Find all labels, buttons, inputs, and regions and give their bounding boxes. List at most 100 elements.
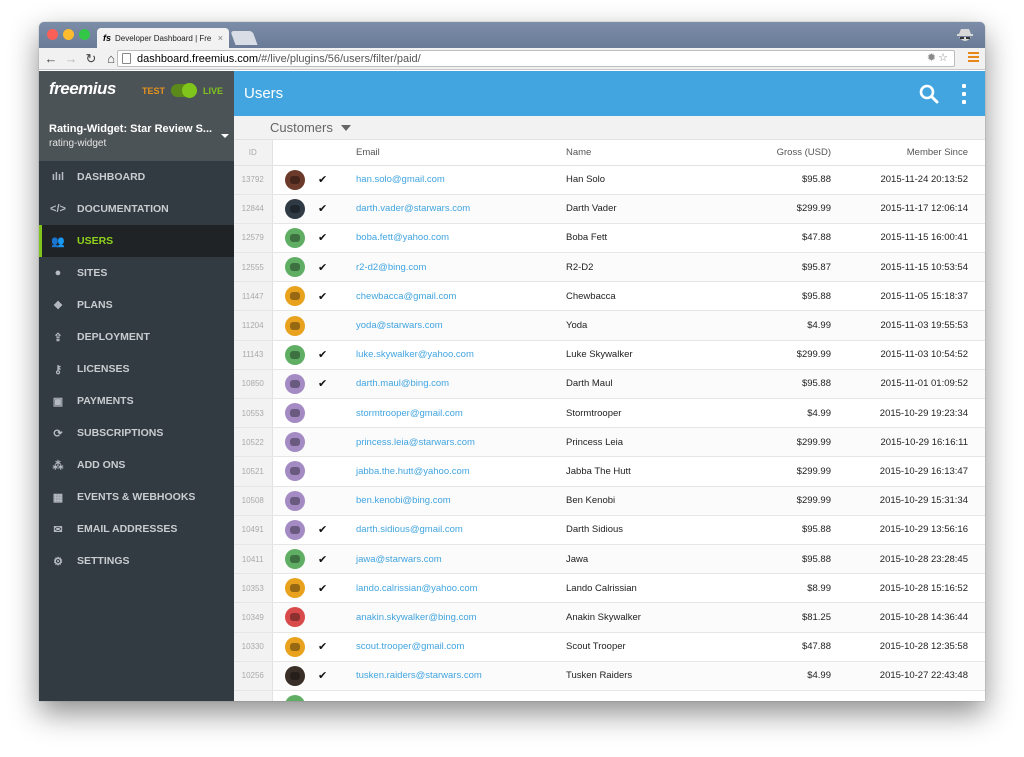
- forward-arrow-icon[interactable]: →: [63, 48, 79, 70]
- table-row[interactable]: 12555 ✔ r2-d2@bing.com R2-D2 $95.87 2015-11-1…: [234, 252, 985, 283]
- search-icon[interactable]: [919, 84, 939, 104]
- more-options-icon[interactable]: [961, 84, 967, 104]
- sidebar-item-add-ons[interactable]: ⁂ ADD ONS: [39, 449, 234, 481]
- column-header-name[interactable]: Name: [566, 140, 701, 166]
- table-row[interactable]: 10256 ✔ tusken.raiders@starwars.com Tusken …: [234, 661, 985, 691]
- email-cell: princess.leia@starwars.com: [356, 427, 566, 458]
- email-link[interactable]: tusken.raiders@starwars.com: [356, 670, 482, 681]
- email-link[interactable]: r2-d2@bing.com: [356, 262, 426, 273]
- chevron-down-icon[interactable]: [340, 124, 351, 131]
- avatar[interactable]: [285, 694, 306, 701]
- sidebar-item-users[interactable]: 👥 USERS: [39, 225, 234, 257]
- column-header-id[interactable]: ID: [234, 140, 273, 166]
- sidebar-item-plans[interactable]: ❖ PLANS: [39, 289, 234, 321]
- column-header-gross[interactable]: Gross (USD): [701, 140, 831, 166]
- email-link[interactable]: luke.skywalker@yahoo.com: [356, 349, 474, 360]
- email-link[interactable]: darth.sidious@gmail.com: [356, 524, 463, 535]
- avatar[interactable]: [285, 636, 306, 657]
- freemius-logo[interactable]: freemius: [49, 79, 116, 99]
- column-header-member-since[interactable]: Member Since: [831, 140, 985, 166]
- environment-switch[interactable]: TEST LIVE: [142, 83, 223, 98]
- plugin-name[interactable]: Rating-Widget: Star Review S...: [49, 123, 212, 135]
- email-link[interactable]: scout.trooper@gmail.com: [356, 641, 464, 652]
- email-link[interactable]: chewbacca@gmail.com: [356, 291, 456, 302]
- address-bar[interactable]: dashboard.freemius.com/#/live/plugins/56…: [117, 50, 955, 67]
- table-row[interactable]: 10330 ✔ scout.trooper@gmail.com Scout Troop…: [234, 632, 985, 662]
- browser-menu-icon[interactable]: [968, 52, 979, 64]
- email-link[interactable]: lando.calrissian@yahoo.com: [356, 583, 478, 594]
- tab-close-icon[interactable]: ×: [218, 33, 223, 43]
- avatar[interactable]: [285, 169, 306, 190]
- sidebar-item-documentation[interactable]: </> DOCUMENTATION: [39, 193, 234, 225]
- avatar[interactable]: [285, 344, 306, 365]
- email-link[interactable]: yoda@starwars.com: [356, 320, 443, 331]
- reload-icon[interactable]: ↻: [83, 48, 99, 70]
- avatar[interactable]: [285, 373, 306, 394]
- avatar[interactable]: [285, 665, 306, 686]
- user-id: 10491: [234, 515, 273, 545]
- browser-tab[interactable]: fs Developer Dashboard | Fre ×: [97, 28, 229, 48]
- env-toggle[interactable]: [171, 83, 198, 98]
- plugin-selector-caret-icon[interactable]: [221, 134, 229, 138]
- table-row[interactable]: 10491 ✔ darth.sidious@gmail.com Darth Sidio…: [234, 515, 985, 545]
- table-row[interactable]: [234, 690, 985, 701]
- new-tab-button[interactable]: [230, 31, 258, 45]
- table-row[interactable]: 10508 ben.kenobi@bing.com Ben Kenobi $299.9…: [234, 486, 985, 516]
- avatar[interactable]: [285, 549, 306, 570]
- avatar[interactable]: [285, 315, 306, 336]
- sidebar-item-licenses[interactable]: ⚷ LICENSES: [39, 353, 234, 385]
- avatar[interactable]: [285, 607, 306, 628]
- table-row[interactable]: 10349 anakin.skywalker@bing.com Anakin Sky…: [234, 602, 985, 633]
- sidebar-item-dashboard[interactable]: ılıl DASHBOARD: [39, 161, 234, 193]
- sidebar-item-settings[interactable]: ⚙ SETTINGS: [39, 545, 234, 577]
- avatar[interactable]: [285, 578, 306, 599]
- table-row[interactable]: 12579 ✔ boba.fett@yahoo.com Boba Fett $47.88…: [234, 223, 985, 254]
- sidebar-item-subscriptions[interactable]: ⟳ SUBSCRIPTIONS: [39, 417, 234, 449]
- avatar[interactable]: [285, 519, 306, 540]
- email-link[interactable]: jawa@starwars.com: [356, 554, 442, 565]
- avatar-cell: [272, 223, 318, 254]
- column-header-email[interactable]: Email: [356, 140, 566, 166]
- table-row[interactable]: 10353 ✔ lando.calrissian@yahoo.com Lando Ca…: [234, 573, 985, 604]
- email-link[interactable]: boba.fett@yahoo.com: [356, 232, 449, 243]
- email-link[interactable]: jabba.the.hutt@yahoo.com: [356, 466, 470, 477]
- avatar[interactable]: [285, 227, 306, 248]
- table-row[interactable]: 10850 ✔ darth.maul@bing.com Darth Maul $95.8…: [234, 369, 985, 400]
- avatar[interactable]: [285, 198, 306, 219]
- email-link[interactable]: anakin.skywalker@bing.com: [356, 612, 477, 623]
- table-row[interactable]: 10521 jabba.the.hutt@yahoo.com Jabba The H…: [234, 456, 985, 487]
- avatar[interactable]: [285, 403, 306, 424]
- url-host: dashboard.freemius.com: [137, 52, 259, 65]
- avatar[interactable]: [285, 490, 306, 511]
- avatar[interactable]: [285, 286, 306, 307]
- back-arrow-icon[interactable]: ←: [43, 48, 59, 70]
- email-link[interactable]: princess.leia@starwars.com: [356, 437, 475, 448]
- table-row[interactable]: 11447 ✔ chewbacca@gmail.com Chewbacca $95.88…: [234, 281, 985, 312]
- email-link[interactable]: ben.kenobi@bing.com: [356, 495, 451, 506]
- minimize-window-button[interactable]: [63, 29, 74, 40]
- sidebar-item-sites[interactable]: ● SITES: [39, 257, 234, 289]
- table-row[interactable]: 12844 ✔ darth.vader@starwars.com Darth Vade…: [234, 194, 985, 224]
- close-window-button[interactable]: [47, 29, 58, 40]
- sidebar-item-email-addresses[interactable]: ✉ EMAIL ADDRESSES: [39, 513, 234, 545]
- sidebar-item-deployment[interactable]: ⇪ DEPLOYMENT: [39, 321, 234, 353]
- table-row[interactable]: 10411 ✔ jawa@starwars.com Jawa $95.88 2015-10…: [234, 544, 985, 575]
- avatar[interactable]: [285, 432, 306, 453]
- sidebar-item-payments[interactable]: ▣ PAYMENTS: [39, 385, 234, 417]
- email-cell: stormtrooper@gmail.com: [356, 398, 566, 429]
- email-link[interactable]: darth.vader@starwars.com: [356, 203, 470, 214]
- email-link[interactable]: darth.maul@bing.com: [356, 378, 449, 389]
- email-link[interactable]: han.solo@gmail.com: [356, 174, 445, 185]
- avatar[interactable]: [285, 257, 306, 278]
- bookmark-star-icon[interactable]: ✹☆: [927, 51, 950, 64]
- sidebar-item-events-webhooks[interactable]: ▦ EVENTS & WEBHOOKS: [39, 481, 234, 513]
- filter-dropdown[interactable]: Customers: [270, 120, 333, 135]
- table-row[interactable]: 10553 stormtrooper@gmail.com Stormtrooper $…: [234, 398, 985, 429]
- table-row[interactable]: 10522 princess.leia@starwars.com Princess …: [234, 427, 985, 458]
- avatar[interactable]: [285, 461, 306, 482]
- table-row[interactable]: 13792 ✔ han.solo@gmail.com Han Solo $95.88 20…: [234, 165, 985, 195]
- email-link[interactable]: stormtrooper@gmail.com: [356, 408, 463, 419]
- table-row[interactable]: 11143 ✔ luke.skywalker@yahoo.com Luke Skywa…: [234, 340, 985, 370]
- table-row[interactable]: 11204 yoda@starwars.com Yoda $4.99 2015-11-0…: [234, 310, 985, 341]
- maximize-window-button[interactable]: [79, 29, 90, 40]
